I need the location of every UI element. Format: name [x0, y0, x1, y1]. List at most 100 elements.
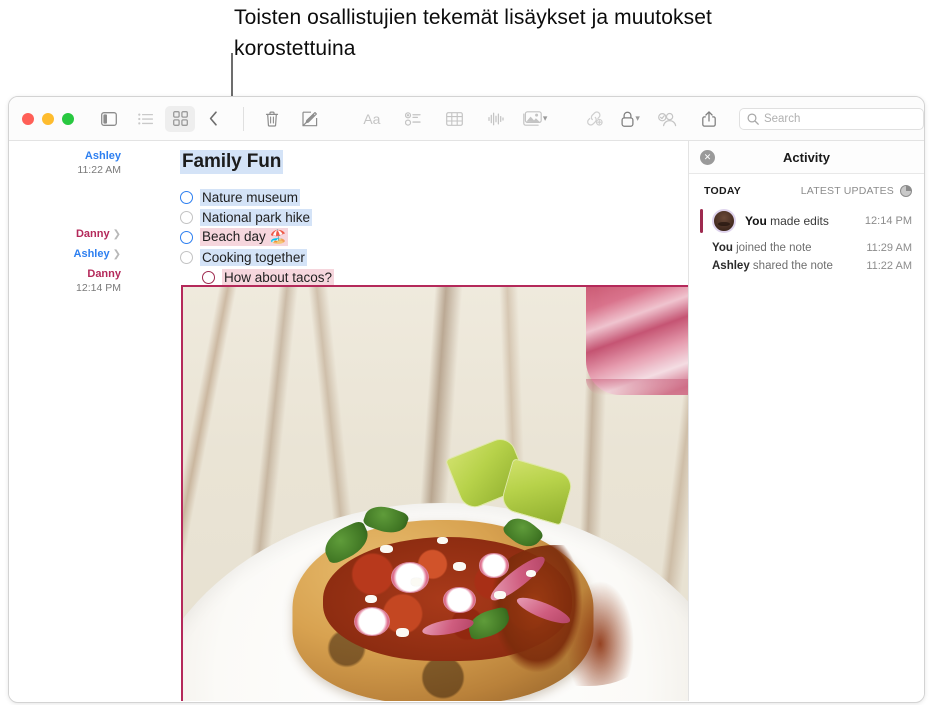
checklist: Nature museum National park hike Beach d… [180, 187, 520, 287]
attribution-time: 12:14 PM [11, 281, 121, 295]
attribution-entry[interactable]: Ashley❯ [11, 247, 121, 262]
checkbox-circle-icon[interactable] [202, 271, 215, 284]
note-photo-attachment[interactable] [181, 285, 688, 701]
toolbar-divider-1 [243, 107, 244, 131]
activity-entry-text: You made edits [745, 214, 829, 228]
list-icon [138, 113, 153, 125]
activity-entry-actor: You [712, 242, 733, 254]
checkbox-circle-icon[interactable] [180, 211, 193, 224]
activity-highlight-entry[interactable]: You made edits 12:14 PM [689, 203, 924, 239]
activity-entry[interactable]: You joined the note 11:29 AM [689, 239, 924, 257]
activity-section-label: TODAY [704, 185, 741, 197]
sidebar-toggle-button[interactable] [94, 106, 124, 132]
sidebar-icon [101, 112, 117, 126]
checkbox-circle-icon[interactable] [180, 251, 193, 264]
link-icon [585, 111, 603, 126]
photo-detail-cheese [494, 591, 505, 599]
photo-detail-cheese [437, 537, 447, 544]
checkbox-circle-icon[interactable] [180, 191, 193, 204]
audio-button[interactable] [481, 106, 511, 132]
activity-subheader: TODAY LATEST UPDATES [689, 174, 924, 203]
checklist-item[interactable]: Nature museum [180, 187, 520, 207]
media-icon [523, 111, 542, 126]
collaborate-button[interactable] [653, 106, 683, 132]
table-icon [446, 112, 463, 126]
photo-detail-cheese [453, 562, 466, 571]
zoom-window-button[interactable] [62, 113, 74, 125]
share-icon [702, 111, 716, 127]
checklist-item-label: Nature museum [200, 189, 300, 206]
checklist-item[interactable]: Cooking together [180, 247, 520, 267]
attribution-name: Ashley [74, 248, 110, 260]
checkbox-circle-icon[interactable] [180, 231, 193, 244]
photo-detail-cheese [411, 578, 421, 585]
avatar [712, 209, 736, 233]
clock-icon[interactable] [900, 185, 912, 197]
photo-detail-jar [586, 285, 688, 395]
chevron-right-icon: ❯ [113, 229, 121, 240]
format-button[interactable]: Aa [357, 106, 387, 132]
activity-sort-label[interactable]: LATEST UPDATES [801, 185, 894, 197]
photo-detail-radish [443, 587, 476, 614]
link-button[interactable] [579, 106, 609, 132]
chevron-left-icon [209, 111, 218, 126]
callout-text: Toisten osallistujien tekemät lisäykset … [234, 2, 834, 64]
activity-entry[interactable]: Ashley shared the note 11:22 AM [689, 257, 924, 275]
media-button[interactable]: ▾ [523, 106, 548, 132]
grid-icon [173, 111, 188, 126]
trash-icon [265, 111, 279, 127]
activity-entry-time: 12:14 PM [865, 215, 912, 227]
close-icon[interactable]: ✕ [700, 150, 715, 165]
search-placeholder: Search [764, 113, 800, 125]
back-button[interactable] [198, 106, 228, 132]
list-view-button[interactable] [130, 106, 160, 132]
delete-button[interactable] [257, 106, 287, 132]
activity-entry-actor: You [745, 214, 767, 228]
chevron-right-icon: ❯ [113, 249, 121, 260]
activity-entry-text: Ashley shared the note [712, 260, 833, 272]
checklist-item[interactable]: Beach day 🏖️ [180, 227, 520, 247]
format-aa-icon: Aa [363, 111, 380, 127]
attribution-entry: Danny 12:14 PM [11, 267, 121, 295]
activity-entry-action: made edits [770, 214, 829, 228]
table-button[interactable] [440, 106, 470, 132]
compose-button[interactable] [295, 106, 325, 132]
activity-entry-time: 11:29 AM [866, 242, 912, 254]
taco-photo-image [183, 287, 688, 701]
checklist-icon [405, 112, 421, 126]
toolbar: Aa ▾ [9, 97, 924, 141]
attribution-entry[interactable]: Danny❯ [11, 227, 121, 242]
photo-detail-cheese [380, 545, 392, 553]
activity-title: Activity [689, 150, 924, 165]
photo-detail-radish [391, 562, 429, 593]
checklist-item-label: How about tacos? [222, 269, 334, 286]
photo-detail-sauce [484, 545, 660, 686]
attribution-entry: Ashley 11:22 AM [11, 149, 121, 177]
window-body: Ashley 11:22 AM Danny❯ Ashley❯ Danny 12:… [9, 141, 924, 701]
activity-accent-bar [700, 209, 703, 233]
checklist-item[interactable]: National park hike [180, 207, 520, 227]
checklist-item-label: Cooking together [200, 249, 307, 266]
window-controls [9, 113, 74, 125]
activity-entry-action: shared the note [753, 260, 833, 272]
activity-panel: ✕ Activity TODAY LATEST UPDATES You made… [688, 141, 924, 701]
checklist-item-label: National park hike [200, 209, 312, 226]
checklist-item[interactable]: How about tacos? [180, 267, 520, 287]
activity-entry-time: 11:22 AM [866, 260, 912, 272]
attribution-name: Danny [87, 268, 121, 280]
checklist-button[interactable] [398, 106, 428, 132]
chevron-down-icon: ▾ [635, 113, 640, 124]
minimize-window-button[interactable] [42, 113, 54, 125]
gallery-view-button[interactable] [165, 106, 195, 132]
search-field[interactable]: Search [739, 108, 924, 130]
close-window-button[interactable] [22, 113, 34, 125]
lock-button[interactable]: ▾ [621, 106, 640, 132]
notes-window: Aa ▾ [8, 96, 925, 703]
activity-entry-text: You joined the note [712, 242, 812, 254]
note-title[interactable]: Family Fun [180, 150, 283, 174]
attribution-time: 11:22 AM [11, 163, 121, 177]
lock-icon [621, 111, 634, 127]
activity-entry-actor: Ashley [712, 260, 750, 272]
activity-entry-action: joined the note [736, 242, 811, 254]
share-button[interactable] [694, 106, 724, 132]
